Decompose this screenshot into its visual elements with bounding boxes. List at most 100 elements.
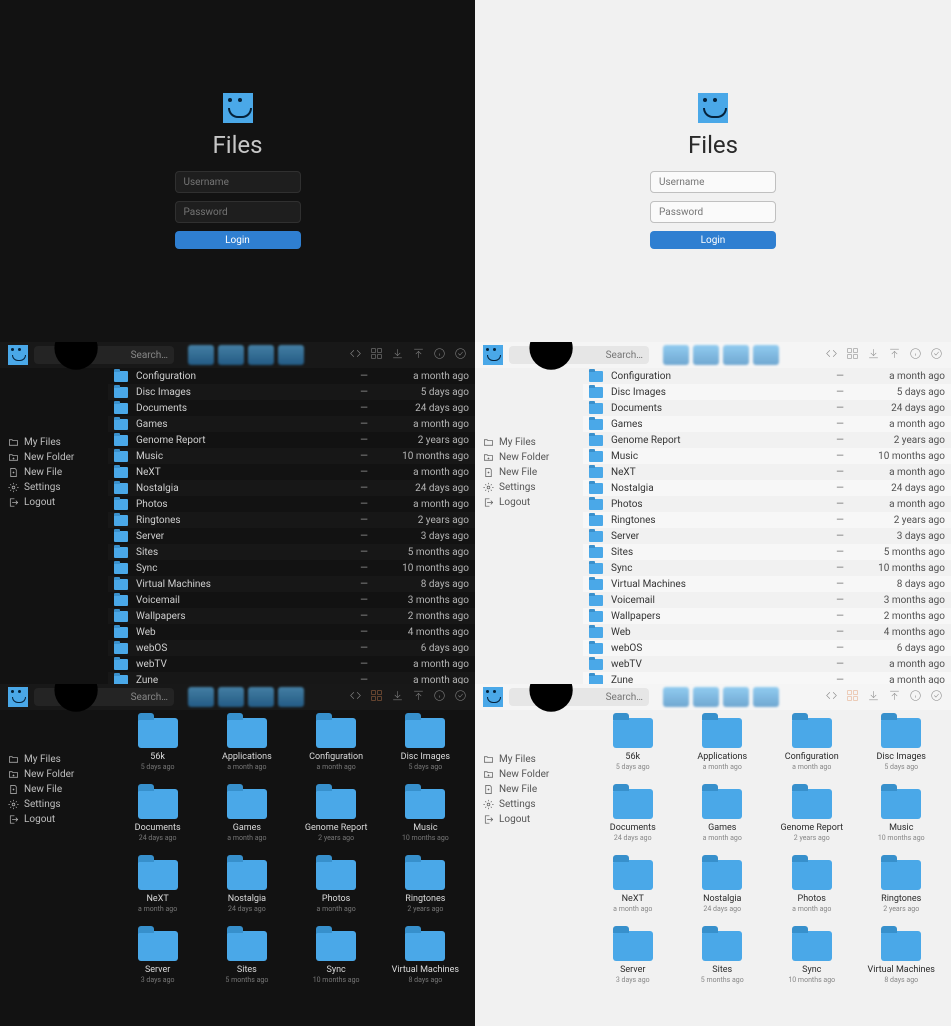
- sidebar-item-settings[interactable]: Settings: [6, 480, 102, 495]
- grid-item[interactable]: Documents24 days ago: [118, 789, 197, 842]
- grid-view-icon[interactable]: [370, 347, 383, 363]
- login-button[interactable]: Login: [175, 231, 301, 249]
- username-input[interactable]: [175, 171, 301, 193]
- grid-item[interactable]: 56k5 days ago: [118, 718, 197, 771]
- check-icon[interactable]: [454, 347, 467, 363]
- search-input[interactable]: Search…: [34, 688, 174, 706]
- table-row[interactable]: Sites—5 months ago: [583, 544, 951, 560]
- grid-item[interactable]: Applicationsa month ago: [683, 718, 763, 771]
- app-logo-icon[interactable]: [8, 345, 28, 365]
- table-row[interactable]: Voicemail—3 months ago: [583, 592, 951, 608]
- grid-item[interactable]: Configurationa month ago: [297, 718, 376, 771]
- table-row[interactable]: Sites—5 months ago: [108, 544, 475, 560]
- table-row[interactable]: Virtual Machines—8 days ago: [108, 576, 475, 592]
- sidebar-item-new-file[interactable]: New File: [481, 782, 577, 797]
- info-icon[interactable]: [433, 347, 446, 363]
- table-row[interactable]: Music—10 months ago: [583, 448, 951, 464]
- table-row[interactable]: webOS—6 days ago: [108, 640, 475, 656]
- table-row[interactable]: Documents—24 days ago: [108, 400, 475, 416]
- table-row[interactable]: Sync—10 months ago: [108, 560, 475, 576]
- table-row[interactable]: Zune—a month ago: [108, 672, 475, 684]
- grid-item[interactable]: Disc Images5 days ago: [862, 718, 942, 771]
- check-icon[interactable]: [930, 689, 943, 705]
- table-row[interactable]: NeXT—a month ago: [583, 464, 951, 480]
- table-row[interactable]: Web—4 months ago: [583, 624, 951, 640]
- search-input[interactable]: Search…: [509, 346, 649, 364]
- code-view-icon[interactable]: [825, 347, 838, 363]
- upload-icon[interactable]: [888, 347, 901, 363]
- recent-thumbs[interactable]: [663, 345, 779, 365]
- sidebar-item-my-files[interactable]: My Files: [6, 435, 102, 450]
- sidebar-item-my-files[interactable]: My Files: [6, 752, 102, 767]
- table-row[interactable]: Configuration—a month ago: [583, 368, 951, 384]
- grid-item[interactable]: 56k5 days ago: [593, 718, 673, 771]
- grid-item[interactable]: Photosa month ago: [297, 860, 376, 913]
- sidebar-item-settings[interactable]: Settings: [481, 480, 577, 495]
- table-row[interactable]: Nostalgia—24 days ago: [583, 480, 951, 496]
- sidebar-item-logout[interactable]: Logout: [481, 495, 577, 510]
- info-icon[interactable]: [433, 689, 446, 705]
- grid-item[interactable]: Disc Images5 days ago: [386, 718, 465, 771]
- table-row[interactable]: Sync—10 months ago: [583, 560, 951, 576]
- check-icon[interactable]: [454, 689, 467, 705]
- sidebar-item-new-folder[interactable]: New Folder: [6, 450, 102, 465]
- grid-item[interactable]: Music10 months ago: [386, 789, 465, 842]
- check-icon[interactable]: [930, 347, 943, 363]
- grid-item[interactable]: NeXTa month ago: [118, 860, 197, 913]
- recent-thumbs[interactable]: [663, 687, 779, 707]
- grid-item[interactable]: Server3 days ago: [118, 931, 197, 984]
- code-view-icon[interactable]: [349, 347, 362, 363]
- grid-item[interactable]: NeXTa month ago: [593, 860, 673, 913]
- grid-view-icon[interactable]: [846, 347, 859, 363]
- app-logo-icon[interactable]: [8, 687, 28, 707]
- table-row[interactable]: Nostalgia—24 days ago: [108, 480, 475, 496]
- app-logo-icon[interactable]: [483, 345, 503, 365]
- file-list[interactable]: Configuration—a month agoDisc Images—5 d…: [583, 368, 951, 684]
- table-row[interactable]: Photos—a month ago: [583, 496, 951, 512]
- sidebar-item-settings[interactable]: Settings: [6, 797, 102, 812]
- sidebar-item-my-files[interactable]: My Files: [481, 435, 577, 450]
- grid-item[interactable]: Documents24 days ago: [593, 789, 673, 842]
- search-input[interactable]: Search…: [509, 688, 649, 706]
- table-row[interactable]: Wallpapers—2 months ago: [108, 608, 475, 624]
- grid-item[interactable]: Gamesa month ago: [683, 789, 763, 842]
- grid-item[interactable]: Nostalgia24 days ago: [683, 860, 763, 913]
- grid-item[interactable]: Configurationa month ago: [772, 718, 852, 771]
- login-button[interactable]: Login: [650, 231, 776, 249]
- table-row[interactable]: Documents—24 days ago: [583, 400, 951, 416]
- grid-item[interactable]: Virtual Machines8 days ago: [862, 931, 942, 984]
- sidebar-item-new-file[interactable]: New File: [6, 465, 102, 480]
- grid-item[interactable]: Sync10 months ago: [297, 931, 376, 984]
- sidebar-item-new-folder[interactable]: New Folder: [481, 450, 577, 465]
- sidebar-item-settings[interactable]: Settings: [481, 797, 577, 812]
- code-view-icon[interactable]: [349, 689, 362, 705]
- grid-item[interactable]: Photosa month ago: [772, 860, 852, 913]
- upload-icon[interactable]: [412, 347, 425, 363]
- info-icon[interactable]: [909, 347, 922, 363]
- table-row[interactable]: Web—4 months ago: [108, 624, 475, 640]
- upload-icon[interactable]: [888, 689, 901, 705]
- download-icon[interactable]: [391, 689, 404, 705]
- table-row[interactable]: Genome Report—2 years ago: [583, 432, 951, 448]
- grid-item[interactable]: Ringtones2 years ago: [862, 860, 942, 913]
- sidebar-item-logout[interactable]: Logout: [6, 812, 102, 827]
- grid-item[interactable]: Sites5 months ago: [207, 931, 286, 984]
- grid-item[interactable]: Nostalgia24 days ago: [207, 860, 286, 913]
- file-grid[interactable]: 56k5 days agoApplicationsa month agoConf…: [583, 710, 951, 1026]
- table-row[interactable]: Games—a month ago: [583, 416, 951, 432]
- password-input[interactable]: [650, 201, 776, 223]
- grid-item[interactable]: Music10 months ago: [862, 789, 942, 842]
- info-icon[interactable]: [909, 689, 922, 705]
- password-input[interactable]: [175, 201, 301, 223]
- sidebar-item-logout[interactable]: Logout: [6, 495, 102, 510]
- grid-item[interactable]: Gamesa month ago: [207, 789, 286, 842]
- table-row[interactable]: webOS—6 days ago: [583, 640, 951, 656]
- table-row[interactable]: Server—3 days ago: [583, 528, 951, 544]
- grid-view-icon[interactable]: [846, 689, 859, 705]
- table-row[interactable]: Disc Images—5 days ago: [108, 384, 475, 400]
- table-row[interactable]: Music—10 months ago: [108, 448, 475, 464]
- table-row[interactable]: Photos—a month ago: [108, 496, 475, 512]
- grid-item[interactable]: Server3 days ago: [593, 931, 673, 984]
- sidebar-item-logout[interactable]: Logout: [481, 812, 577, 827]
- table-row[interactable]: Virtual Machines—8 days ago: [583, 576, 951, 592]
